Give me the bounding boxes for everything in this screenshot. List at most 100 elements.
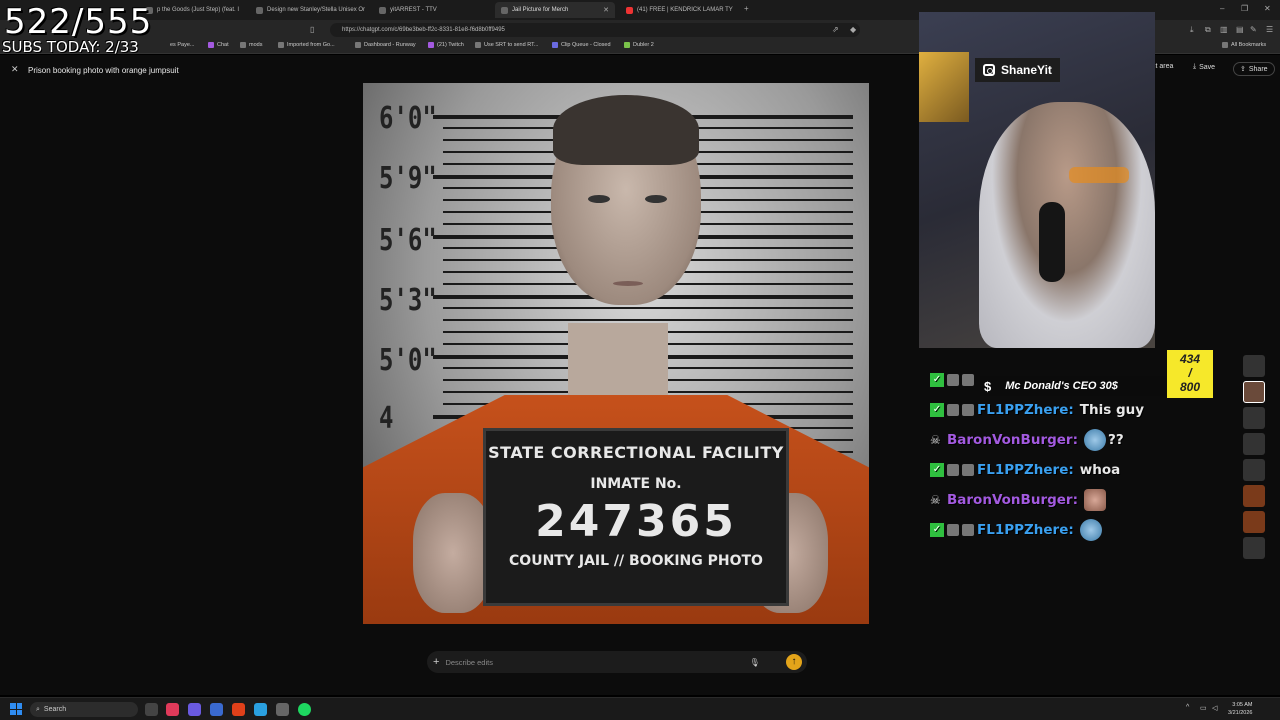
tab-music[interactable]: p the Goods (Just Step) (feat. I <box>140 2 245 18</box>
thumbnail[interactable] <box>1243 485 1265 507</box>
tray-chevron-icon[interactable]: ^ <box>1186 704 1189 711</box>
chat-username: BaronVonBurger: <box>947 492 1078 508</box>
sidebar-icon[interactable]: ▥ <box>1220 25 1228 34</box>
tab-jail-picture[interactable]: Jail Picture for Merch ✕ <box>495 2 615 18</box>
spotify-icon[interactable] <box>298 703 311 716</box>
thumbnail[interactable] <box>1243 459 1265 481</box>
thumbnail-active[interactable] <box>1243 381 1265 403</box>
chat-message: ✓ FL1PPZhere: <box>930 515 1230 545</box>
tab-twitch[interactable]: yitARREST - TTV <box>373 2 491 18</box>
height-line <box>443 319 853 321</box>
app-icon[interactable] <box>166 703 179 716</box>
share-button[interactable]: ⇪ Share <box>1233 62 1275 76</box>
bookmark-label: mods <box>249 42 263 48</box>
tab-favicon-icon <box>379 6 386 14</box>
discord-icon[interactable] <box>188 703 201 716</box>
url-field[interactable]: https://chatgpt.com/c/69be3beb-ff2c-8331… <box>330 23 860 37</box>
describe-edits-input[interactable] <box>445 657 746 667</box>
windows-start-icon[interactable] <box>10 703 22 715</box>
taskbar-search-label: Search <box>43 706 67 713</box>
task-view-icon[interactable] <box>145 703 158 716</box>
close-icon[interactable]: ✕ <box>11 64 19 75</box>
height-mark: 5'6" <box>379 223 437 258</box>
maximize-icon[interactable]: ❐ <box>1241 4 1248 13</box>
windows-taskbar: ⌕ Search ^ ▭ ◁ 3:05 AM 3/21/2026 <box>0 697 1280 720</box>
booking-placard: STATE CORRECTIONAL FACILITY INMATE No. 2… <box>483 428 789 606</box>
settings-icon[interactable] <box>276 703 289 716</box>
thumbnail[interactable] <box>1243 355 1265 377</box>
bookmark-item[interactable]: Chat <box>208 42 229 48</box>
bookmark-item[interactable]: Dubler 2 <box>624 42 654 48</box>
right-eye <box>645 195 667 203</box>
window-close-icon[interactable]: ✕ <box>1264 4 1271 13</box>
app-icon[interactable] <box>210 703 223 716</box>
send-button[interactable]: ↑ <box>786 654 802 670</box>
share-label: Share <box>1248 65 1268 73</box>
save-button[interactable]: ⤓ Save <box>1193 63 1215 71</box>
glasses <box>1069 167 1129 183</box>
thumbnail[interactable] <box>1243 511 1265 533</box>
tab-label: Design new Stanley/Stella Unisex Or <box>267 7 366 13</box>
chat-text: This guy <box>1079 402 1145 418</box>
download-icon[interactable]: ⤓ <box>1190 25 1194 35</box>
folder-icon <box>240 42 246 48</box>
height-mark: 6'0" <box>379 101 437 136</box>
shield-icon[interactable]: ◆ <box>850 25 856 34</box>
sub-badge-icon <box>947 374 959 386</box>
share-page-icon[interactable]: ⇗ <box>832 25 839 34</box>
bookmark-item[interactable]: Dashboard - Runway <box>355 42 416 48</box>
dollar-icon: $ <box>984 378 992 394</box>
instagram-handle: ShaneYit <box>1001 63 1052 77</box>
placard-inmate-label: INMATE No. <box>590 476 682 492</box>
height-line <box>443 307 853 309</box>
checkmark-badge-icon: ✓ <box>930 523 944 537</box>
thumbnail[interactable] <box>1243 407 1265 429</box>
all-bookmarks[interactable]: All Bookmarks <box>1222 42 1266 48</box>
bookmark-item[interactable]: Use SRT to send RT... <box>475 42 538 48</box>
tab-design[interactable]: Design new Stanley/Stella Unisex Or <box>250 2 368 18</box>
bookmark-item[interactable]: Clip Queue - Closed <box>552 42 611 48</box>
bookmark-item[interactable]: es Paye... <box>170 42 194 48</box>
tab-label: (41) FREE | KENDRICK LAMAR TY <box>637 7 733 13</box>
select-area-button[interactable]: ct area <box>1152 63 1173 70</box>
volume-icon[interactable]: ◁ <box>1212 704 1217 712</box>
chat-message: ✓ FL1PPZhere: This guy <box>930 395 1230 425</box>
placard-footer: COUNTY JAIL // BOOKING PHOTO <box>509 553 763 569</box>
extension-icon[interactable]: ▤ <box>1236 25 1244 34</box>
add-icon[interactable]: + <box>433 656 439 668</box>
bookmark-item[interactable]: Imported from Go... <box>278 42 335 48</box>
github-icon <box>475 42 481 48</box>
emote-icon <box>1083 429 1106 451</box>
app-icon[interactable] <box>254 703 267 716</box>
checkmark-badge-icon: ✓ <box>930 403 944 417</box>
checkmark-badge-icon: ✓ <box>930 373 944 387</box>
gift-badge-icon <box>962 464 974 476</box>
menu-icon[interactable]: ☰ <box>1266 25 1273 34</box>
microphone <box>1039 202 1065 282</box>
new-tab-icon[interactable]: + <box>744 4 749 13</box>
pen-icon[interactable]: ✎ <box>1250 25 1257 34</box>
thumbnail[interactable] <box>1243 433 1265 455</box>
brave-icon[interactable] <box>232 703 245 716</box>
bookmark-label: Use SRT to send RT... <box>484 42 539 48</box>
bookmark-icon[interactable]: ▯ <box>310 25 314 34</box>
tab-favicon-icon <box>501 6 508 14</box>
network-icon[interactable]: ▭ <box>1200 704 1207 712</box>
bookmark-item[interactable]: mods <box>240 42 262 48</box>
extensions-icon[interactable]: ⧉ <box>1205 25 1211 35</box>
system-clock[interactable]: 3:05 AM 3/21/2026 <box>1228 701 1252 717</box>
sub-badge-icon <box>947 404 959 416</box>
generated-image[interactable]: 6'0" 5'9" 5'6" 5'3" 5'0" 4 STATE CORRECT… <box>363 83 869 624</box>
left-eye <box>588 195 610 203</box>
bookmark-label: Dubler 2 <box>633 42 654 48</box>
wall-art <box>919 52 969 122</box>
placard-inmate-number: 247365 <box>535 496 737 547</box>
microphone-icon[interactable]: 🎙 <box>749 658 759 667</box>
bookmark-item[interactable]: (21) Twitch <box>428 42 464 48</box>
tab-youtube[interactable]: (41) FREE | KENDRICK LAMAR TY <box>620 2 738 18</box>
minimize-icon[interactable]: – <box>1220 4 1224 13</box>
taskbar-search[interactable]: ⌕ Search <box>30 702 138 717</box>
thumbnail[interactable] <box>1243 537 1265 559</box>
tab-close-icon[interactable]: ✕ <box>603 6 609 14</box>
sub-badge-icon <box>947 524 959 536</box>
